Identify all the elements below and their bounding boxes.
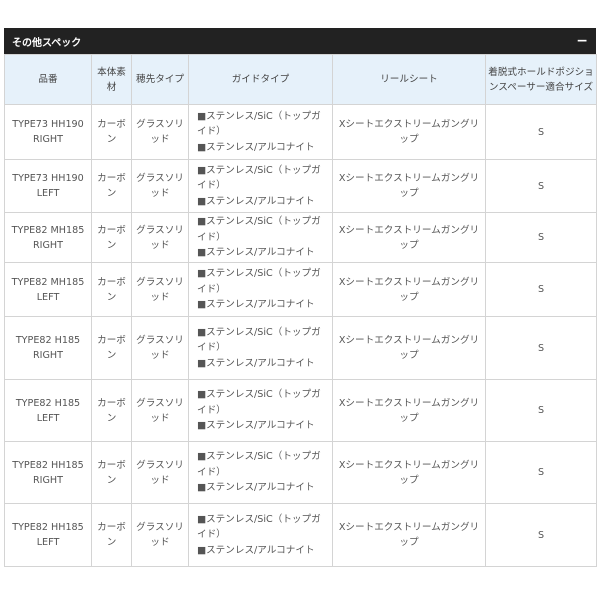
table-row: TYPE82 MH185 RIGHT カーボン グラスソリッド ■ステンレス/SiC（… [4,212,597,263]
header-tip-type: 穂先タイプ [131,54,189,105]
guide-line: ■ステンレス/アルコナイト [197,247,315,259]
guide-line: ■ステンレス/SiC（トップガイド） [197,164,321,192]
cell-guide-type: ■ステンレス/SiC（トップガイド） ■ステンレス/アルコナイト [188,441,333,504]
collapse-icon[interactable]: − [576,34,588,48]
guide-line: ■ステンレス/アルコナイト [197,357,315,369]
cell-guide-type: ■ステンレス/SiC（トップガイド） ■ステンレス/アルコナイト [188,104,333,160]
header-reel-seat: リールシート [332,54,486,105]
table-row: TYPE82 HH185 LEFT カーボン グラスソリッド ■ステンレス/SiC（ト… [4,503,597,567]
cell-reel-seat: Xシートエクストリームガングリップ [332,441,486,504]
table-row: TYPE73 HH190 LEFT カーボン グラスソリッド ■ステンレス/SiC（ト… [4,159,597,213]
guide-line: ■ステンレス/SiC（トップガイド） [197,110,321,138]
cell-spacer-size: S [485,159,597,213]
cell-tip-type: グラスソリッド [131,316,189,380]
panel-title: その他スペック [12,37,82,49]
cell-material: カーボン [91,212,132,263]
header-spacer-size: 着脱式ホールドポジションスペーサー適合サイズ [485,54,597,105]
cell-model: TYPE82 MH185 RIGHT [4,212,92,263]
header-material: 本体素材 [91,54,132,105]
cell-guide-type: ■ステンレス/SiC（トップガイド） ■ステンレス/アルコナイト [188,503,333,567]
cell-tip-type: グラスソリッド [131,379,189,442]
cell-material: カーボン [91,441,132,504]
guide-line: ■ステンレス/SiC（トップガイド） [197,451,321,478]
guide-line: ■ステンレス/SiC（トップガイド） [197,326,321,354]
guide-line: ■ステンレス/アルコナイト [197,482,315,494]
cell-guide-type: ■ステンレス/SiC（トップガイド） ■ステンレス/アルコナイト [188,316,333,380]
cell-spacer-size: S [485,262,597,317]
cell-tip-type: グラスソリッド [131,503,189,567]
cell-model: TYPE82 HH185 LEFT [4,503,92,567]
table-row: TYPE73 HH190 RIGHT カーボン グラスソリッド ■ステンレス/SiC（… [4,104,597,160]
cell-reel-seat: Xシートエクストリームガングリップ [332,159,486,213]
panel-header[interactable]: その他スペック − [4,28,596,54]
cell-material: カーボン [91,379,132,442]
guide-line: ■ステンレス/アルコナイト [197,544,315,556]
table-row: TYPE82 HH185 RIGHT カーボン グラスソリッド ■ステンレス/SiC（… [4,441,597,504]
guide-line: ■ステンレス/アルコナイト [197,195,315,207]
cell-tip-type: グラスソリッド [131,441,189,504]
cell-tip-type: グラスソリッド [131,212,189,263]
cell-spacer-size: S [485,316,597,380]
cell-tip-type: グラスソリッド [131,104,189,160]
cell-material: カーボン [91,503,132,567]
cell-tip-type: グラスソリッド [131,159,189,213]
cell-material: カーボン [91,316,132,380]
cell-tip-type: グラスソリッド [131,262,189,317]
guide-line: ■ステンレス/SiC（トップガイド） [197,389,321,416]
cell-material: カーボン [91,262,132,317]
cell-spacer-size: S [485,503,597,567]
cell-reel-seat: Xシートエクストリームガングリップ [332,316,486,380]
cell-model: TYPE82 MH185 LEFT [4,262,92,317]
guide-line: ■ステンレス/アルコナイト [197,420,315,432]
other-specs-panel: その他スペック − 品番 本体素材 穂先タイプ ガイドタイプ リールシート 着脱… [4,28,597,567]
guide-line: ■ステンレス/アルコナイト [197,141,315,153]
cell-material: カーボン [91,159,132,213]
cell-reel-seat: Xシートエクストリームガングリップ [332,262,486,317]
cell-spacer-size: S [485,379,597,442]
cell-model: TYPE73 HH190 RIGHT [4,104,92,160]
cell-model: TYPE73 HH190 LEFT [4,159,92,213]
spec-table: 品番 本体素材 穂先タイプ ガイドタイプ リールシート 着脱式ホールドポジション… [4,54,597,567]
table-row: TYPE82 MH185 LEFT カーボン グラスソリッド ■ステンレス/SiC（ト… [4,262,597,317]
cell-spacer-size: S [485,212,597,263]
cell-guide-type: ■ステンレス/SiC（トップガイド） ■ステンレス/アルコナイト [188,262,333,317]
cell-spacer-size: S [485,441,597,504]
cell-reel-seat: Xシートエクストリームガングリップ [332,379,486,442]
cell-reel-seat: Xシートエクストリームガングリップ [332,212,486,263]
header-model: 品番 [4,54,92,105]
guide-line: ■ステンレス/SiC（トップガイド） [197,268,321,295]
cell-model: TYPE82 H185 RIGHT [4,316,92,380]
cell-guide-type: ■ステンレス/SiC（トップガイド） ■ステンレス/アルコナイト [188,212,333,263]
table-row: TYPE82 H185 RIGHT カーボン グラスソリッド ■ステンレス/SiC（ト… [4,316,597,380]
cell-reel-seat: Xシートエクストリームガングリップ [332,104,486,160]
guide-line: ■ステンレス/アルコナイト [197,299,315,311]
header-guide-type: ガイドタイプ [188,54,333,105]
guide-line: ■ステンレス/SiC（トップガイド） [197,513,321,541]
cell-material: カーボン [91,104,132,160]
cell-model: TYPE82 HH185 RIGHT [4,441,92,504]
cell-model: TYPE82 H185 LEFT [4,379,92,442]
cell-reel-seat: Xシートエクストリームガングリップ [332,503,486,567]
guide-line: ■ステンレス/SiC（トップガイド） [197,216,321,243]
cell-guide-type: ■ステンレス/SiC（トップガイド） ■ステンレス/アルコナイト [188,379,333,442]
table-row: TYPE82 H185 LEFT カーボン グラスソリッド ■ステンレス/SiC（トッ… [4,379,597,442]
cell-spacer-size: S [485,104,597,160]
table-header-row: 品番 本体素材 穂先タイプ ガイドタイプ リールシート 着脱式ホールドポジション… [4,54,597,105]
cell-guide-type: ■ステンレス/SiC（トップガイド） ■ステンレス/アルコナイト [188,159,333,213]
